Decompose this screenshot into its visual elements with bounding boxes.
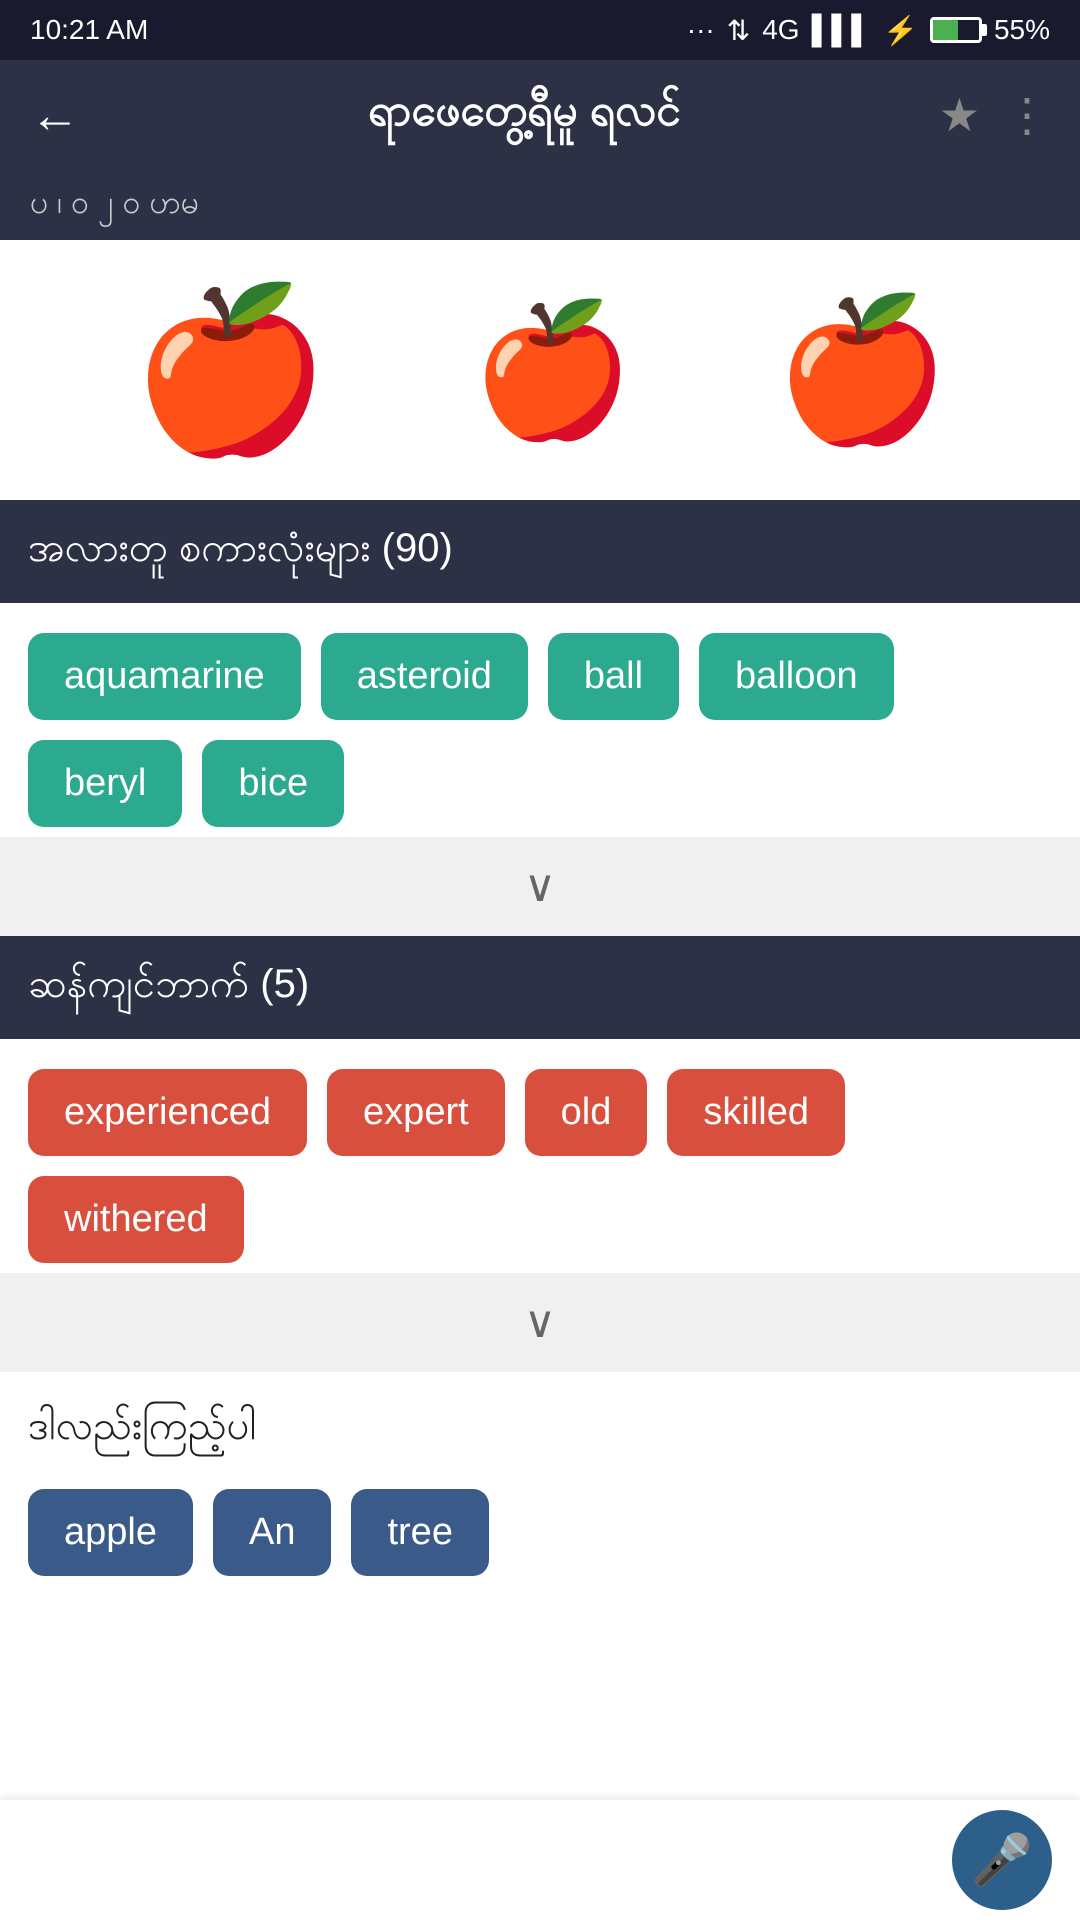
signal-bars: ▌▌▌ xyxy=(812,14,872,46)
signal-arrows: ⇅ xyxy=(727,14,750,47)
tag-experienced[interactable]: experienced xyxy=(28,1069,307,1156)
bottom-section-title: ဒါလည်းကြည့်ပါ xyxy=(28,1400,1052,1459)
tag-ball[interactable]: ball xyxy=(548,633,679,720)
mic-icon: 🎤 xyxy=(971,1831,1033,1890)
bolt-icon: ⚡ xyxy=(883,14,918,47)
top-nav: ← ရာဖေတွေ့ရီမူ ရလင် ★ ⋮ xyxy=(0,60,1080,170)
synonym-section-header: ဆန်ကျင်ဘာက် (5) xyxy=(0,936,1080,1039)
page-title: ရာဖေတွေ့ရီမူ ရလင် xyxy=(110,83,939,147)
star-button[interactable]: ★ xyxy=(939,88,980,142)
bottom-bar: 🎤 xyxy=(0,1800,1080,1920)
battery-percent: 55% xyxy=(994,14,1050,46)
apple-icon-1: 🍎 xyxy=(131,290,330,450)
tag-withered[interactable]: withered xyxy=(28,1176,244,1263)
related-tags-container: aquamarine asteroid ball balloon beryl b… xyxy=(0,603,1080,837)
tag-skilled[interactable]: skilled xyxy=(667,1069,845,1156)
tag-asteroid[interactable]: asteroid xyxy=(321,633,528,720)
network-type: 4G xyxy=(762,14,799,46)
more-button[interactable]: ⋮ xyxy=(1004,88,1050,142)
tag-old[interactable]: old xyxy=(525,1069,648,1156)
apple-icon-2: 🍎 xyxy=(471,305,633,435)
sub-nav-text: ပ ၊ ဝ ၂ ၀ ဟမ xyxy=(30,181,199,229)
tag-bice[interactable]: bice xyxy=(202,740,344,827)
back-button[interactable]: ← xyxy=(30,86,80,144)
related-expand-row[interactable]: ∨ xyxy=(0,837,1080,936)
tag-expert[interactable]: expert xyxy=(327,1069,505,1156)
apple-icon-3: 🍎 xyxy=(775,300,949,440)
tag-tree[interactable]: tree xyxy=(351,1489,488,1576)
synonym-section-title: ဆန်ကျင်ဘာက် (5) xyxy=(28,962,309,1006)
tag-an[interactable]: An xyxy=(213,1489,331,1576)
status-time: 10:21 AM xyxy=(30,14,148,46)
apple-icons-section: 🍎 🍎 🍎 xyxy=(0,240,1080,500)
synonym-tags-container: experienced expert old skilled withered xyxy=(0,1039,1080,1273)
bottom-tags-container: apple An tree xyxy=(28,1489,1052,1576)
synonym-expand-chevron[interactable]: ∨ xyxy=(524,1297,556,1348)
tag-balloon[interactable]: balloon xyxy=(699,633,894,720)
status-bar: 10:21 AM ··· ⇅ 4G ▌▌▌ ⚡ 55% xyxy=(0,0,1080,60)
related-expand-chevron[interactable]: ∨ xyxy=(524,861,556,912)
tag-apple[interactable]: apple xyxy=(28,1489,193,1576)
status-right: ··· ⇅ 4G ▌▌▌ ⚡ 55% xyxy=(687,14,1050,47)
related-section-header: အလားတူ စကားလုံးများ (90) xyxy=(0,500,1080,603)
related-section-title: အလားတူ စကားလုံးများ (90) xyxy=(28,526,453,570)
signal-dots: ··· xyxy=(687,14,715,46)
tag-aquamarine[interactable]: aquamarine xyxy=(28,633,301,720)
bottom-section: ဒါလည်းကြည့်ပါ apple An tree xyxy=(0,1372,1080,1736)
sub-nav-bar: ပ ၊ ဝ ၂ ၀ ဟမ xyxy=(0,170,1080,240)
mic-button[interactable]: 🎤 xyxy=(952,1810,1052,1910)
synonym-expand-row[interactable]: ∨ xyxy=(0,1273,1080,1372)
battery-icon xyxy=(930,17,982,43)
tag-beryl[interactable]: beryl xyxy=(28,740,182,827)
